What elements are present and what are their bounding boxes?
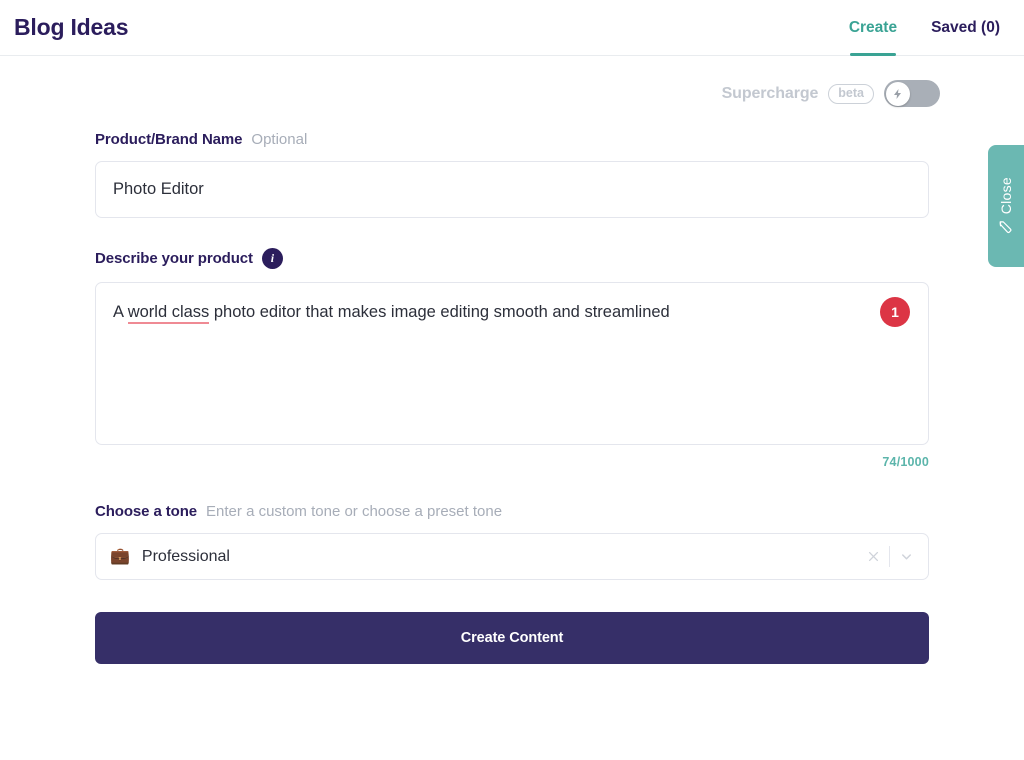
create-form: Product/Brand Name Optional Describe you… bbox=[95, 107, 929, 664]
tone-select[interactable]: 💼 Professional bbox=[95, 533, 929, 580]
brand-name-label: Product/Brand Name bbox=[95, 131, 243, 148]
describe-product-label-row: Describe your product i bbox=[95, 248, 929, 269]
describe-text-before: A bbox=[113, 303, 128, 321]
tab-saved-label: Saved (0) bbox=[931, 18, 1000, 36]
tone-label: Choose a tone bbox=[95, 503, 198, 520]
app-header: Blog Ideas Create Saved (0) bbox=[0, 0, 1024, 56]
lightning-bolt-icon bbox=[893, 88, 901, 99]
toggle-knob bbox=[885, 81, 910, 106]
describe-product-text: A world class photo editor that makes im… bbox=[113, 301, 911, 325]
brand-name-optional-hint: Optional bbox=[251, 131, 308, 148]
describe-product-label: Describe your product bbox=[95, 250, 253, 267]
tab-saved[interactable]: Saved (0) bbox=[931, 0, 1000, 56]
brand-name-input[interactable] bbox=[95, 161, 929, 218]
pen-icon bbox=[999, 221, 1011, 234]
character-counter: 74/1000 bbox=[882, 455, 929, 469]
grammar-issue-badge[interactable]: 1 bbox=[880, 297, 910, 327]
beta-badge: beta bbox=[828, 83, 874, 104]
tone-hint: Enter a custom tone or choose a preset t… bbox=[206, 503, 503, 520]
page-title: Blog Ideas bbox=[14, 14, 129, 40]
create-content-button[interactable]: Create Content bbox=[95, 612, 929, 664]
grammar-suggestion-text[interactable]: world class bbox=[127, 303, 210, 324]
close-icon bbox=[868, 551, 878, 562]
brand-name-label-row: Product/Brand Name Optional bbox=[95, 131, 929, 148]
tone-dropdown-button[interactable] bbox=[890, 549, 922, 564]
submit-row: Create Content bbox=[95, 612, 929, 664]
describe-text-after: photo editor that makes image editing sm… bbox=[209, 303, 670, 321]
tab-create[interactable]: Create bbox=[849, 0, 897, 56]
header-tabs: Create Saved (0) bbox=[849, 0, 1008, 56]
tone-selected-value: 💼 Professional bbox=[110, 548, 230, 566]
chevron-down-icon bbox=[901, 554, 911, 560]
describe-product-textarea[interactable]: A world class photo editor that makes im… bbox=[95, 282, 929, 445]
close-side-tab[interactable]: Close bbox=[988, 145, 1024, 267]
tone-select-controls bbox=[857, 534, 922, 579]
supercharge-label: Supercharge bbox=[721, 84, 819, 102]
tab-create-label: Create bbox=[848, 18, 898, 36]
describe-product-field: Describe your product i A world class ph… bbox=[95, 248, 929, 469]
tone-label-row: Choose a tone Enter a custom tone or cho… bbox=[95, 503, 929, 520]
supercharge-row: Supercharge beta bbox=[0, 56, 1024, 107]
close-side-tab-label: Close bbox=[998, 176, 1014, 215]
tone-value-label: Professional bbox=[141, 547, 230, 565]
clear-tone-button[interactable] bbox=[857, 550, 889, 563]
brand-name-field: Product/Brand Name Optional bbox=[95, 131, 929, 218]
supercharge-toggle[interactable] bbox=[884, 80, 940, 107]
info-icon[interactable]: i bbox=[261, 248, 283, 269]
tone-field: Choose a tone Enter a custom tone or cho… bbox=[95, 503, 929, 580]
briefcase-icon: 💼 bbox=[110, 547, 130, 565]
